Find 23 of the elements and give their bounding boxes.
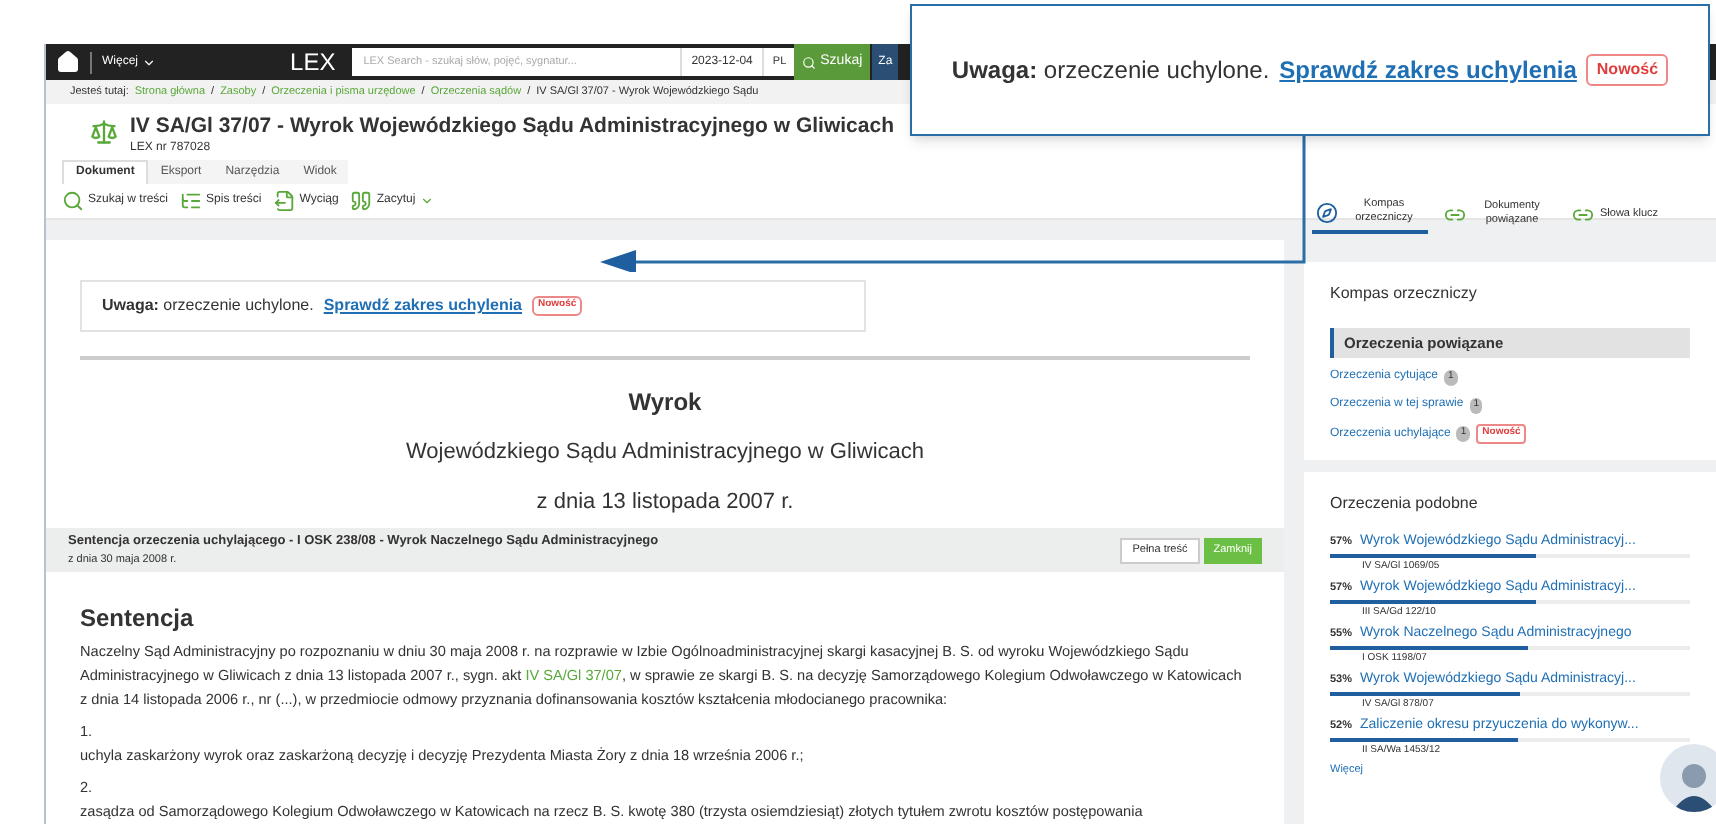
section-heading: Sentencja: [80, 602, 196, 636]
card-title: Kompas orzeczniczy: [1330, 282, 1479, 306]
list-icon: [180, 190, 203, 212]
court-name: Wojewódzkiego Sądu Administracyjnego w Gliwicach: [405, 438, 925, 468]
search-icon: [802, 55, 817, 69]
document-title: IV SA/Gl 37/07 - Wyrok Wojewódzkiego Sądu Administracyjnego w Gliwicach: [130, 114, 894, 140]
notice-link[interactable]: Sprawdź zakres uchylenia: [1279, 52, 1577, 88]
scales-icon: [90, 118, 118, 146]
chevron-icon: [142, 55, 157, 69]
quote-icon: [350, 190, 373, 212]
judgment-date: z dnia 13 listopada 2007 r.: [536, 487, 794, 517]
new-badge: Nowość: [1586, 54, 1669, 86]
home-icon[interactable]: [56, 50, 80, 74]
person-silhouette-icon: [1672, 760, 1716, 812]
logo: LEX: [290, 46, 336, 80]
notice-text: Uwaga: orzeczenie uchylone.: [951, 54, 1270, 88]
compass-icon: [1316, 201, 1338, 223]
search-icon: [62, 190, 84, 212]
card-title: Orzeczenia podobne: [1330, 491, 1480, 516]
notice-text: Uwaga: orzeczenie uchylone.: [102, 294, 314, 318]
document-icon: [273, 190, 296, 212]
judgment-title: Wyrok: [628, 386, 702, 420]
notice-link[interactable]: Sprawdź zakres uchylenia: [323, 294, 522, 318]
